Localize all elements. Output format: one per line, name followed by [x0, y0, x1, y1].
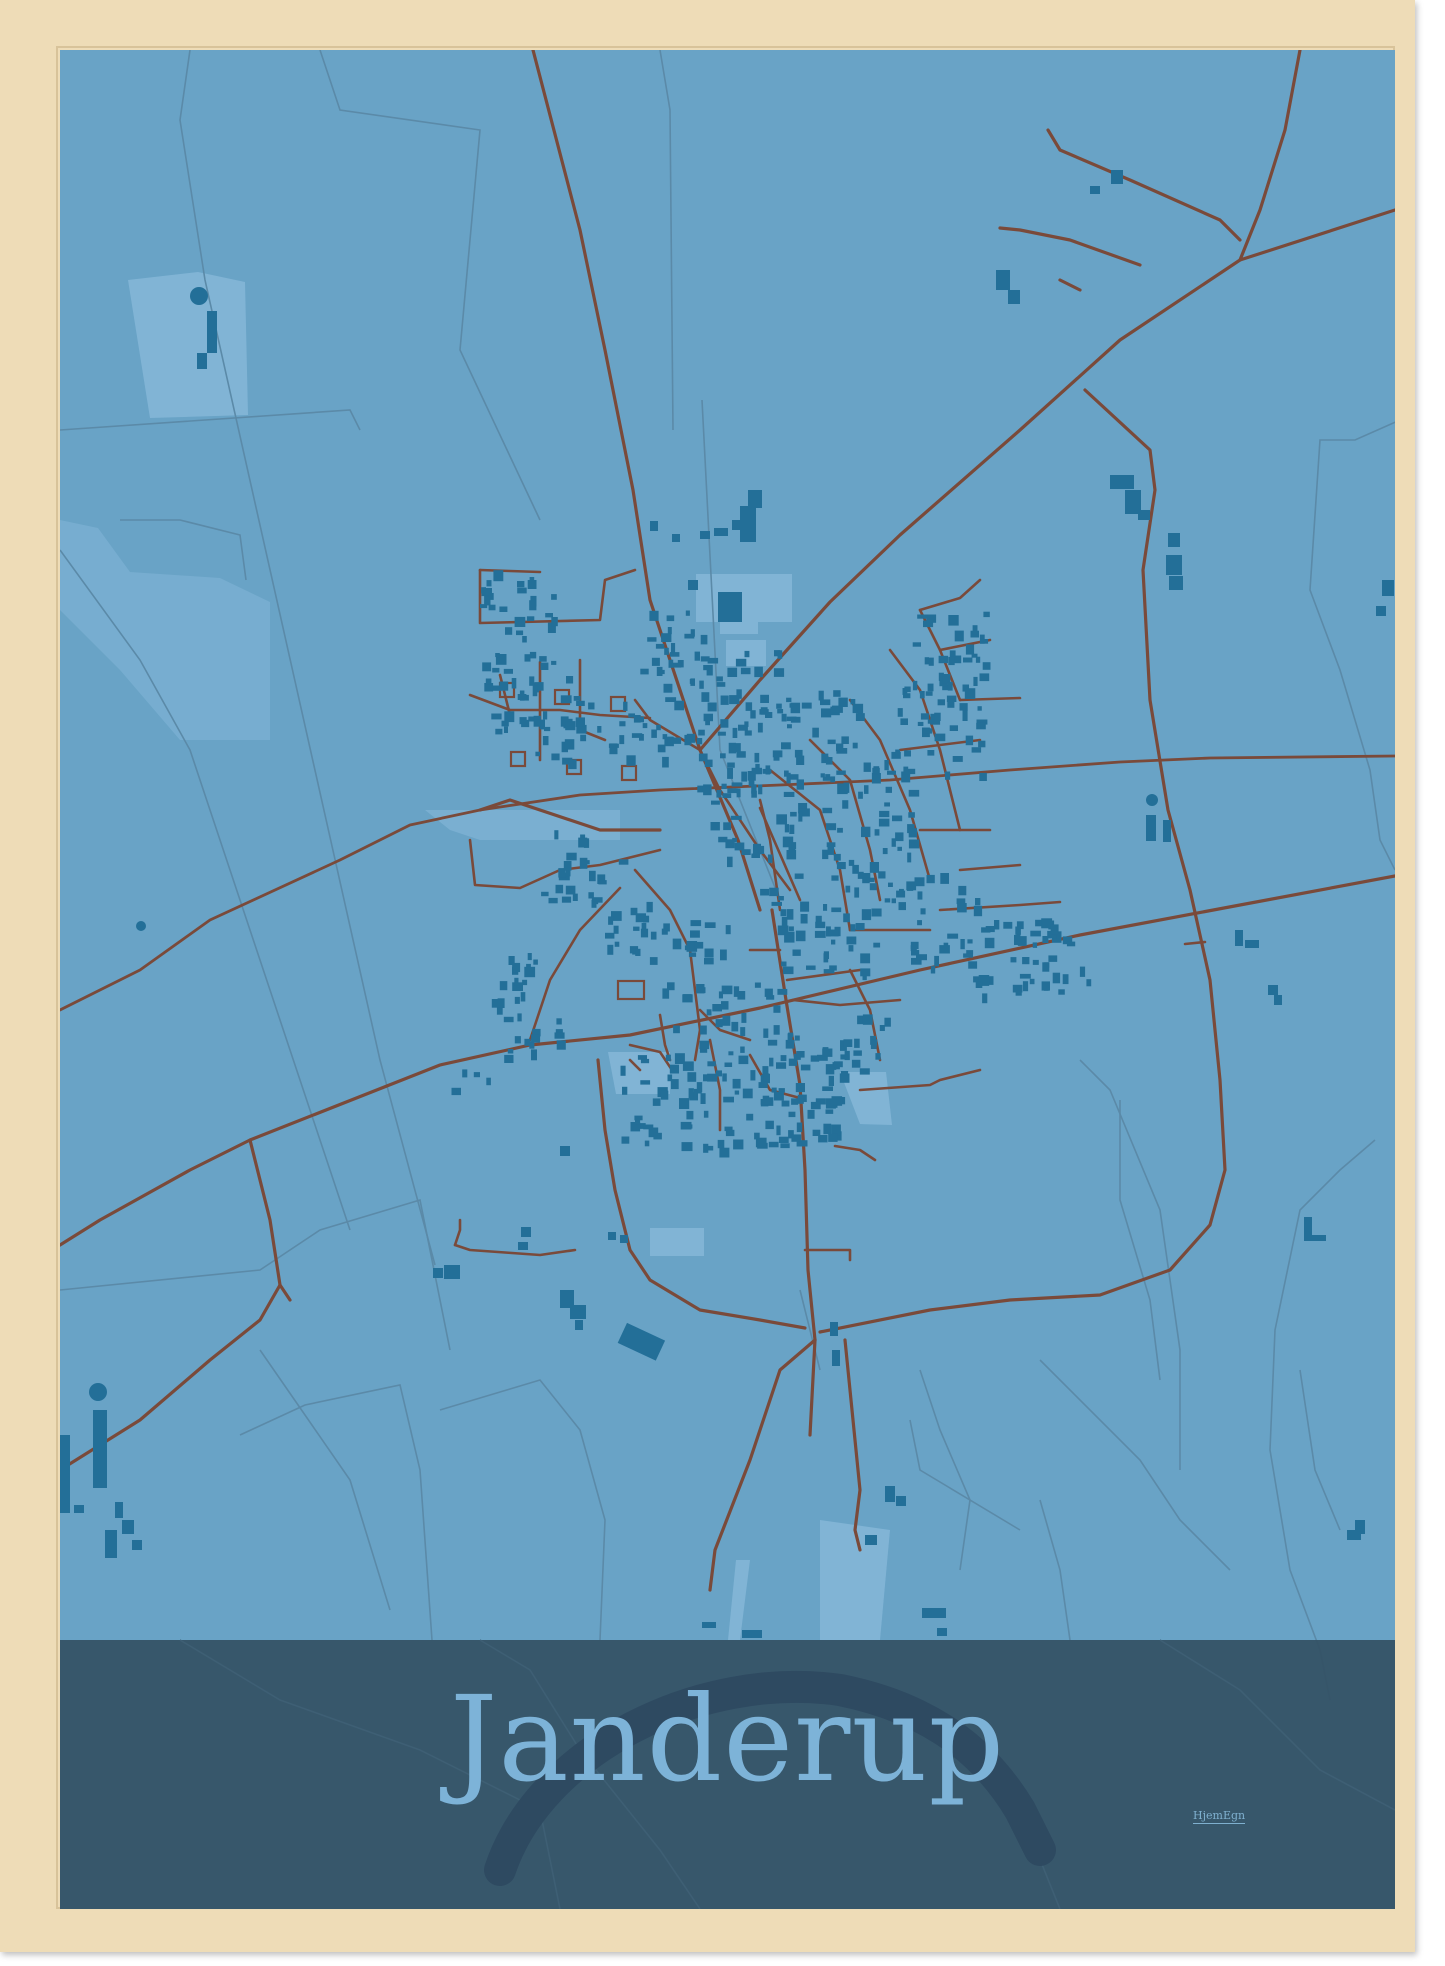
poster-title: Janderup — [450, 1670, 1005, 1808]
band-overlay — [179, 1639, 1395, 1909]
map-poster: Janderup HjemEgn — [60, 50, 1395, 1909]
brand-logo: HjemEgn — [1193, 1809, 1246, 1824]
